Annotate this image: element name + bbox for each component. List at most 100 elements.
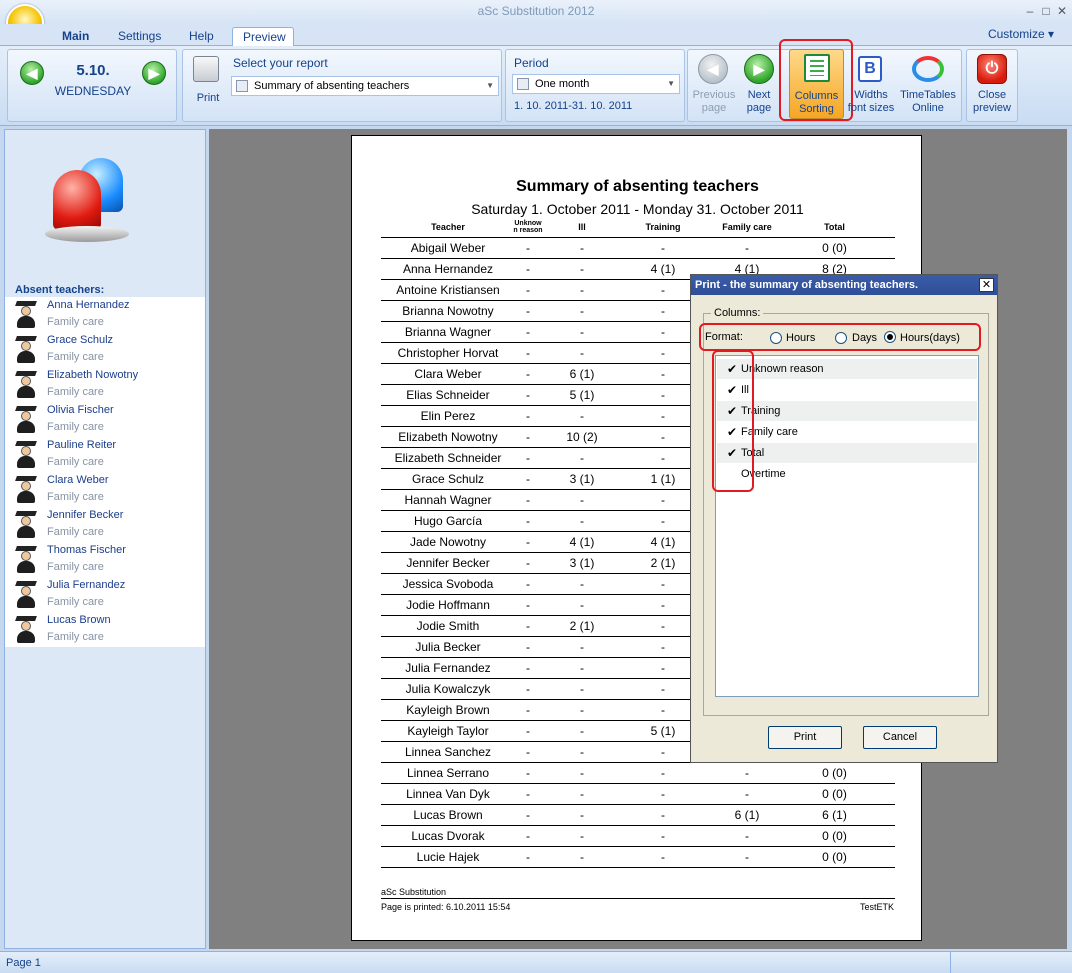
widths-button[interactable]: Widths font sizes (842, 89, 900, 115)
customize-menu[interactable]: Customize ▾ (988, 27, 1054, 41)
value-cell: - (661, 409, 665, 423)
ribbon-tabs: Main Settings Help Preview Customize ▾ (0, 24, 1072, 46)
print-button[interactable]: Print (191, 92, 225, 105)
header-family-care: Family care (722, 222, 772, 232)
teacher-cell: Julia Fernandez (405, 661, 491, 675)
absent-teacher-item[interactable]: Anna Hernandez Family care (5, 297, 205, 332)
report-select[interactable]: Summary of absenting teachers ▼ (231, 76, 499, 96)
teacher-cell: Linnea Serrano (406, 766, 490, 780)
dialog-close-icon[interactable]: ✕ (979, 278, 994, 292)
absent-teacher-name: Pauline Reiter (47, 439, 117, 451)
tab-preview[interactable]: Preview (232, 27, 294, 46)
column-option[interactable]: ✔ Family care (717, 422, 977, 442)
value-cell: 2 (1) (650, 556, 676, 570)
value-cell: - (526, 787, 530, 801)
value-cell: - (580, 451, 584, 465)
teacher-cell: Lucas Brown (413, 808, 483, 822)
value-cell: - (526, 535, 530, 549)
value-cell: - (661, 451, 665, 465)
table-row: Linnea Serrano - - - - 0 (0) (381, 763, 895, 784)
value-cell: - (526, 682, 530, 696)
tab-main[interactable]: Main (52, 27, 99, 46)
tab-help[interactable]: Help (179, 27, 224, 46)
dialog-cancel-button[interactable]: Cancel (863, 726, 937, 749)
value-cell: - (745, 787, 749, 801)
value-cell: - (526, 283, 530, 297)
absent-teacher-item[interactable]: Grace Schulz Family care (5, 332, 205, 367)
value-cell: - (526, 430, 530, 444)
next-page-icon[interactable]: ▶ (744, 54, 774, 84)
value-cell: - (526, 577, 530, 591)
column-option[interactable]: ✔ Training (717, 401, 977, 421)
next-page-button[interactable]: Next page (738, 89, 780, 115)
absent-teacher-item[interactable]: Pauline Reiter Family care (5, 437, 205, 472)
column-option[interactable]: ✔ Unknown reason (717, 359, 977, 379)
teacher-graduate-icon (15, 336, 37, 364)
column-option[interactable]: ✔ Ill (717, 380, 977, 400)
dialog-print-button[interactable]: Print (768, 726, 842, 749)
teacher-cell: Antoine Kristiansen (396, 283, 500, 297)
absent-teachers-list[interactable]: Anna Hernandez Family care Grace Schulz Fam… (5, 297, 205, 647)
absent-teacher-item[interactable]: Jennifer Becker Family care (5, 507, 205, 542)
siren-icon (45, 154, 129, 246)
column-option[interactable]: ✔ Total (717, 443, 977, 463)
value-cell: - (661, 346, 665, 360)
value-cell: - (661, 493, 665, 507)
power-icon[interactable]: ⏻ (977, 54, 1007, 84)
print-dialog: Print - the summary of absenting teacher… (690, 274, 998, 763)
period-range: 1. 10. 2011-31. 10. 2011 (514, 100, 633, 112)
value-cell: 0 (0) (822, 241, 847, 255)
absent-teacher-item[interactable]: Elizabeth Nowotny Family care (5, 367, 205, 402)
absent-teacher-item[interactable]: Olivia Fischer Family care (5, 402, 205, 437)
table-row: Lucie Hajek - - - - 0 (0) (381, 847, 895, 868)
value-cell: - (526, 745, 530, 759)
timetables-button[interactable]: TimeTables Online (896, 89, 960, 115)
value-cell: - (661, 682, 665, 696)
value-cell: - (661, 304, 665, 318)
current-weekday: WEDNESDAY (54, 84, 132, 98)
absent-teacher-item[interactable]: Julia Fernandez Family care (5, 577, 205, 612)
value-cell: 5 (1) (650, 724, 676, 738)
printer-icon[interactable] (193, 56, 219, 82)
close-icon[interactable]: ✕ (1055, 4, 1069, 18)
previous-page-icon[interactable]: ◀ (698, 54, 728, 84)
widths-icon[interactable]: B (858, 56, 882, 82)
teacher-cell: Elin Perez (420, 409, 476, 423)
absent-teacher-item[interactable]: Thomas Fischer Family care (5, 542, 205, 577)
value-cell: - (526, 640, 530, 654)
columns-list[interactable]: ✔ Unknown reason ✔ Ill ✔ Training ✔ Family care… (715, 355, 979, 697)
value-cell: - (661, 619, 665, 633)
teacher-cell: Clara Weber (414, 367, 482, 381)
timetables-icon[interactable] (912, 56, 944, 82)
value-cell: - (661, 367, 665, 381)
chevron-down-icon: ▼ (667, 79, 675, 88)
absent-teacher-item[interactable]: Clara Weber Family care (5, 472, 205, 507)
absent-teacher-item[interactable]: Lucas Brown Family care (5, 612, 205, 647)
absent-teacher-reason: Family care (47, 351, 104, 363)
column-option[interactable]: Overtime (717, 464, 977, 484)
value-cell: - (745, 850, 749, 864)
value-cell: - (580, 262, 584, 276)
teacher-graduate-icon (15, 616, 37, 644)
period-select[interactable]: One month ▼ (512, 74, 680, 94)
value-cell: - (580, 850, 584, 864)
teacher-graduate-icon (15, 371, 37, 399)
teacher-graduate-icon (15, 546, 37, 574)
value-cell: - (580, 640, 584, 654)
value-cell: - (580, 577, 584, 591)
prev-day-button[interactable]: ◀ (20, 61, 44, 85)
minimize-icon[interactable]: – (1023, 4, 1037, 18)
header-total: Total (824, 222, 845, 232)
close-preview-button[interactable]: Close preview (966, 89, 1018, 115)
absent-teacher-reason: Family care (47, 421, 104, 433)
tab-settings[interactable]: Settings (108, 27, 171, 46)
next-day-button[interactable]: ▶ (142, 61, 166, 85)
teacher-cell: Jennifer Becker (406, 556, 490, 570)
value-cell: - (580, 325, 584, 339)
absent-teacher-reason: Family care (47, 561, 104, 573)
value-cell: - (661, 514, 665, 528)
footer-right: TestETK (859, 902, 894, 912)
dialog-title: Print - the summary of absenting teacher… (691, 275, 997, 295)
maximize-icon[interactable]: □ (1039, 4, 1053, 18)
previous-page-button[interactable]: Previous page (688, 89, 740, 115)
